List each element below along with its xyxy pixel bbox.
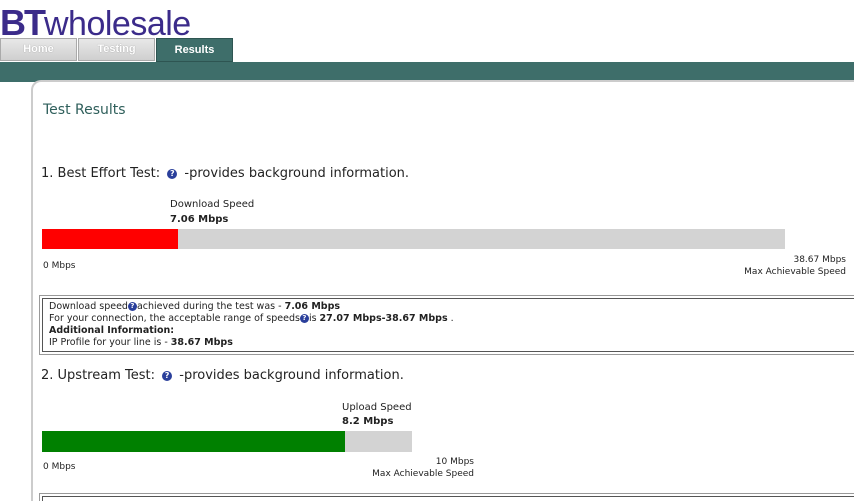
upload-speed-value: 8.2 Mbps — [342, 416, 394, 427]
info-line-range: For your connection, the acceptable rang… — [49, 313, 454, 324]
download-speed-label: Download Speed — [170, 199, 255, 210]
download-info-box: Download speed? achieved during the test … — [39, 295, 854, 355]
help-icon[interactable]: ? — [167, 169, 178, 179]
upload-bar-fill — [42, 431, 346, 452]
download-achieved-value: 7.06 Mbps — [284, 301, 341, 312]
best-effort-title: 1. Best Effort Test: ? -provides backgro… — [41, 166, 409, 181]
page-title: Test Results — [43, 102, 126, 118]
download-axis-max: 38.67 Mbps Max Achievable Speed — [744, 254, 846, 278]
upload-axis-max-value: 10 Mbps — [435, 457, 474, 467]
help-icon[interactable]: ? — [162, 371, 173, 381]
best-effort-title-text: 1. Best Effort Test: — [41, 166, 161, 181]
additional-info-heading: Additional Information: — [49, 325, 175, 336]
tab-results[interactable]: Results — [156, 38, 233, 62]
upload-info-box — [39, 493, 854, 501]
download-bar-track — [42, 229, 785, 249]
info-line-ip-profile: IP Profile for your line is - 38.67 Mbps — [49, 337, 233, 348]
upload-axis-max: 10 Mbps Max Achievable Speed — [300, 456, 474, 480]
help-icon[interactable]: ? — [127, 302, 137, 311]
download-bar-fill — [42, 229, 178, 249]
upstream-title-text: 2. Upstream Test: — [41, 368, 155, 383]
help-icon[interactable]: ? — [299, 314, 309, 323]
tab-home[interactable]: Home — [0, 38, 77, 61]
info-line-download: Download speed? achieved during the test … — [49, 301, 341, 312]
acceptable-range-value: 27.07 Mbps-38.67 Mbps — [319, 313, 448, 324]
download-axis-max-caption: Max Achievable Speed — [744, 267, 846, 277]
ip-profile-value: 38.67 Mbps — [170, 337, 233, 348]
download-speed-value: 7.06 Mbps — [170, 214, 229, 225]
download-axis-min: 0 Mbps — [43, 261, 76, 271]
upload-bar-track — [42, 431, 412, 452]
bt-wholesale-logo: BTwholesale — [0, 2, 191, 43]
header-band — [0, 62, 854, 82]
upload-axis-min: 0 Mbps — [43, 462, 76, 472]
upload-axis-max-caption: Max Achievable Speed — [372, 469, 474, 479]
best-effort-title-suffix: -provides background information. — [184, 166, 410, 181]
logo-bt: BT — [0, 2, 46, 43]
upstream-title: 2. Upstream Test: ? -provides background… — [41, 368, 404, 383]
tab-testing[interactable]: Testing — [78, 38, 155, 61]
upload-speed-label: Upload Speed — [342, 402, 412, 413]
upstream-title-suffix: -provides background information. — [179, 368, 404, 383]
download-axis-max-value: 38.67 Mbps — [793, 255, 846, 265]
